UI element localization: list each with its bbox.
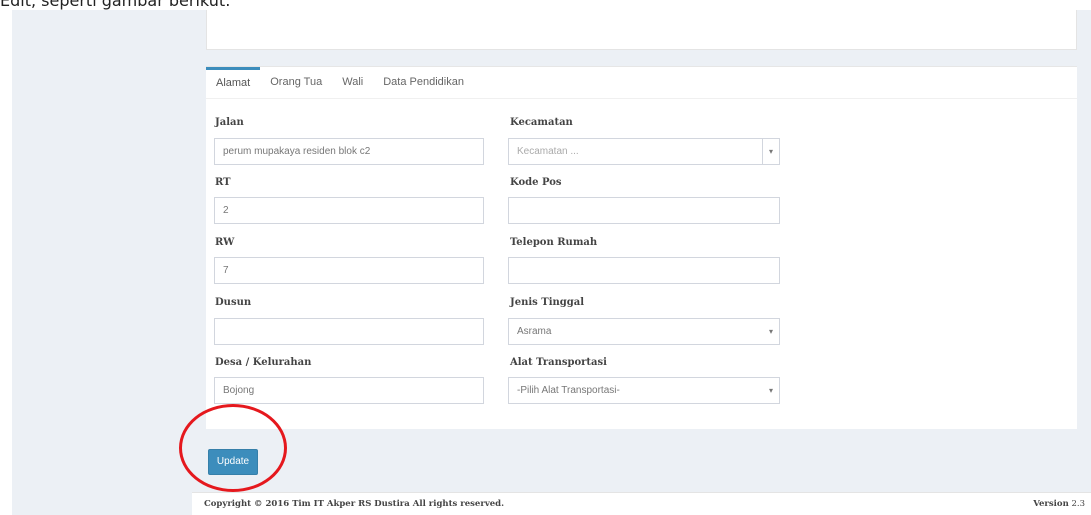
jenis-tinggal-value: Asrama: [517, 326, 552, 337]
footer-version: Version 2.3: [1033, 499, 1085, 509]
tab-data-pendidikan[interactable]: Data Pendidikan: [373, 67, 474, 99]
rt-input[interactable]: 2: [214, 197, 484, 224]
footer-copyright: Copyright © 2016 Tim IT Akper RS Dustira…: [204, 499, 505, 509]
kode-pos-label: Kode Pos: [510, 177, 562, 188]
tab-alamat[interactable]: Alamat: [206, 67, 261, 99]
version-label: Version: [1033, 499, 1069, 509]
rt-label: RT: [215, 177, 231, 188]
alat-transportasi-label: Alat Transportasi: [510, 357, 607, 368]
tab-bar: Alamat Orang Tua Wali Data Pendidikan: [206, 67, 474, 99]
document-caption: Edit, seperti gambar berikut:: [0, 0, 231, 10]
screenshot: Edit, seperti gambar berikut: Alamat Ora…: [0, 0, 1091, 515]
tab-wali[interactable]: Wali: [332, 67, 373, 99]
tab-panel: Alamat Orang Tua Wali Data Pendidikan Ja…: [206, 66, 1077, 429]
telepon-rumah-label: Telepon Rumah: [510, 237, 598, 248]
jenis-tinggal-label: Jenis Tinggal: [510, 297, 585, 308]
highlight-circle: [179, 404, 287, 492]
footer: Copyright © 2016 Tim IT Akper RS Dustira…: [192, 492, 1091, 515]
desa-input[interactable]: Bojong: [214, 377, 484, 404]
kecamatan-select[interactable]: Kecamatan ... ▾: [508, 138, 780, 165]
tab-orang-tua[interactable]: Orang Tua: [260, 67, 332, 99]
telepon-rumah-input[interactable]: [508, 257, 780, 284]
chevron-down-icon: ▾: [768, 386, 773, 395]
jalan-label: Jalan: [215, 117, 244, 128]
version-number: 2.3: [1071, 499, 1085, 509]
kecamatan-placeholder: Kecamatan ...: [517, 146, 579, 157]
dusun-input[interactable]: [214, 318, 484, 345]
kecamatan-label: Kecamatan: [510, 117, 573, 128]
content-wrapper: Alamat Orang Tua Wali Data Pendidikan Ja…: [192, 10, 1091, 515]
jenis-tinggal-select[interactable]: Asrama ▾: [508, 318, 780, 345]
kode-pos-input[interactable]: [508, 197, 780, 224]
desa-label: Desa / Kelurahan: [215, 357, 312, 368]
alat-transportasi-select[interactable]: -Pilih Alat Transportasi- ▾: [508, 377, 780, 404]
chevron-down-icon: ▾: [768, 327, 773, 336]
tab-divider: [206, 98, 1077, 99]
dusun-label: Dusun: [215, 297, 252, 308]
alat-transportasi-value: -Pilih Alat Transportasi-: [517, 385, 620, 396]
sidebar: [12, 10, 192, 515]
chevron-down-icon: ▾: [768, 147, 773, 156]
top-box: [206, 10, 1077, 50]
jalan-input[interactable]: perum mupakaya residen blok c2: [214, 138, 484, 165]
rw-label: RW: [215, 237, 235, 248]
rw-input[interactable]: 7: [214, 257, 484, 284]
select-divider: [762, 139, 763, 164]
